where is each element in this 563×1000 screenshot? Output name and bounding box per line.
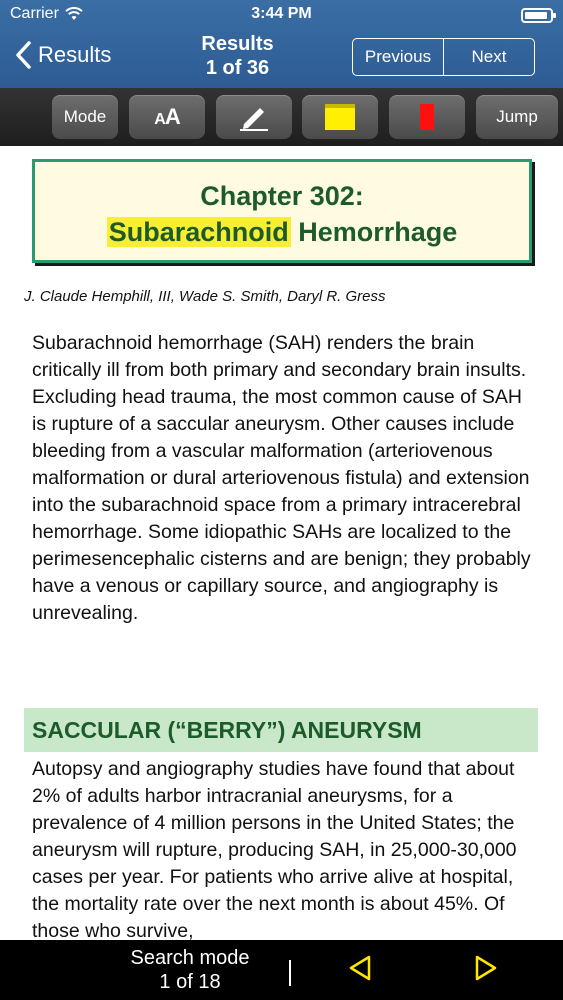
clock: 3:44 PM <box>251 5 312 22</box>
search-highlight: Subarachnoid <box>106 217 291 247</box>
search-mode-label: Search mode <box>130 947 250 969</box>
intro-paragraph: Subarachnoid hemorrhage (SAH) renders th… <box>32 332 531 624</box>
authors: J. Claude Hemphill, III, Wade S. Smith, … <box>24 288 386 305</box>
title-text: Results <box>201 33 274 55</box>
font-size-icon: AA <box>154 104 180 129</box>
status-bar: Carrier 3:44 PM <box>0 0 563 30</box>
chapter-number: Chapter 302: <box>200 181 364 211</box>
next-button[interactable]: Next <box>443 39 534 75</box>
document-content[interactable]: Chapter 302: Subarachnoid Hemorrhage J. … <box>0 146 563 940</box>
result-counter: 1 of 36 <box>205 57 270 79</box>
battery-icon <box>521 8 556 23</box>
reader-toolbar: Mode AA Jump <box>0 88 563 146</box>
divider <box>289 960 291 986</box>
chapter-title-rest: Hemorrhage <box>290 217 458 247</box>
search-mode-info: Search mode 1 of 18 <box>110 946 270 994</box>
chevron-left-icon <box>16 41 31 69</box>
section-heading: SACCULAR (“BERRY”) ANEURYSM <box>24 708 538 752</box>
bookmark-icon <box>420 104 434 130</box>
chapter-title-box: Chapter 302: Subarachnoid Hemorrhage <box>32 159 532 263</box>
result-pager: Previous Next <box>352 38 535 76</box>
highlighter-icon <box>325 104 355 130</box>
pencil-icon <box>240 108 268 131</box>
search-bar: Search mode 1 of 18 <box>0 940 563 1000</box>
back-to-results-button[interactable]: Results <box>14 40 111 70</box>
annotate-button[interactable] <box>216 95 292 139</box>
page-title: Results 1 of 36 <box>160 32 315 80</box>
jump-button[interactable]: Jump <box>476 95 558 139</box>
font-size-button[interactable]: AA <box>129 95 205 139</box>
search-match-counter: 1 of 18 <box>159 971 221 993</box>
next-match-arrow-icon[interactable] <box>474 954 498 982</box>
mode-button[interactable]: Mode <box>52 95 118 139</box>
back-label: Results <box>38 42 112 67</box>
previous-match-arrow-icon[interactable] <box>348 954 372 982</box>
top-navigation-bar: Carrier 3:44 PM Results Results 1 of 36 … <box>0 0 563 88</box>
bookmark-button[interactable] <box>389 95 465 139</box>
section-paragraph: Autopsy and angiography studies have fou… <box>32 758 517 940</box>
highlight-button[interactable] <box>302 95 378 139</box>
chapter-title: Subarachnoid Hemorrhage <box>35 214 529 250</box>
previous-button[interactable]: Previous <box>353 39 443 75</box>
